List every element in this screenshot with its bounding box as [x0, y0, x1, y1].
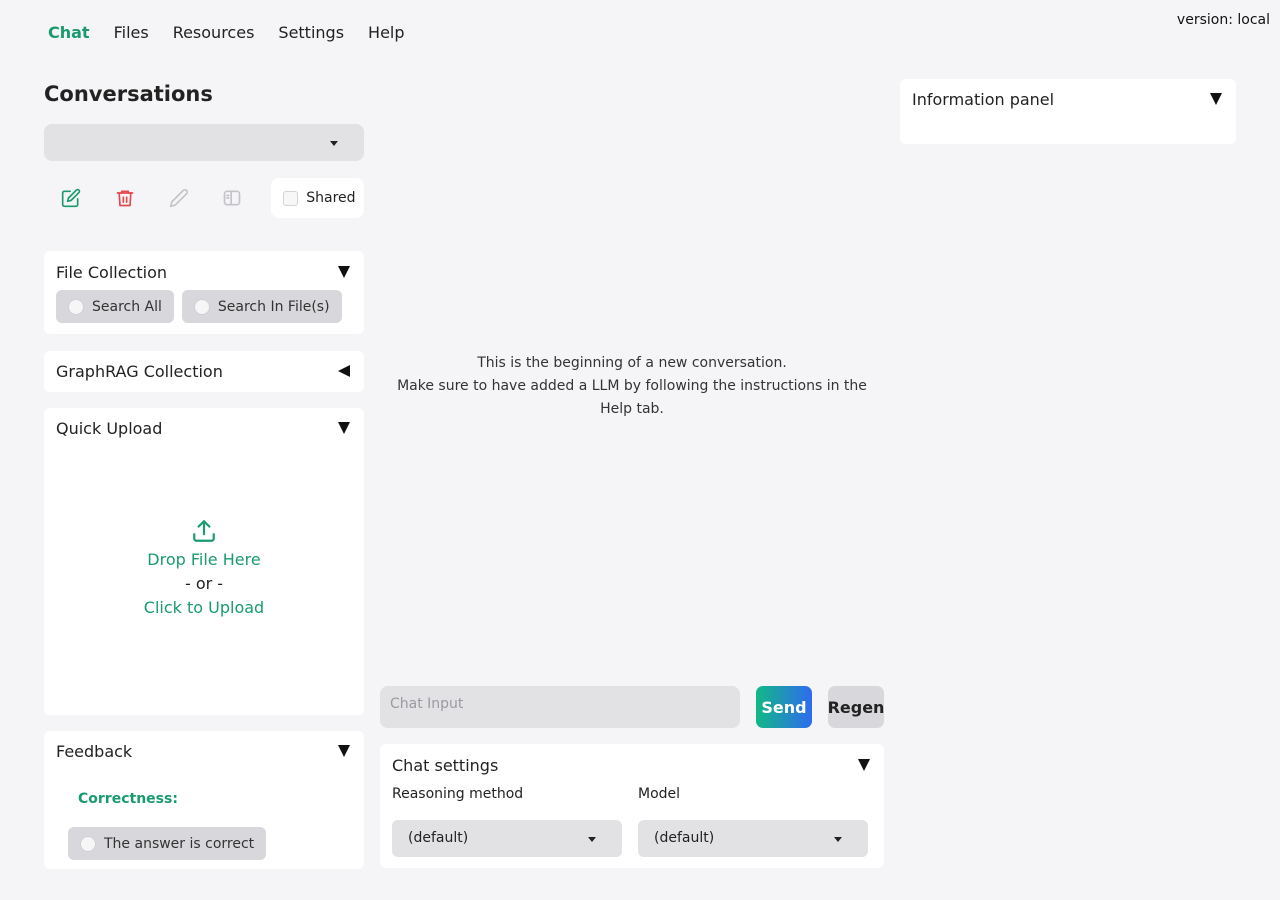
- drop-file-text: Drop File Here: [147, 550, 261, 569]
- quick-upload-header[interactable]: Quick Upload: [44, 408, 364, 448]
- file-collection-header[interactable]: File Collection: [44, 251, 364, 293]
- tab-chat[interactable]: Chat: [36, 22, 102, 44]
- chevron-down-icon: [834, 837, 842, 842]
- reasoning-method-value: (default): [408, 830, 469, 846]
- collapse-triangle-icon: [858, 759, 870, 771]
- click-to-upload-text: Click to Upload: [143, 598, 265, 617]
- tab-files[interactable]: Files: [102, 22, 161, 44]
- tab-settings[interactable]: Settings: [266, 22, 356, 44]
- model-label: Model: [638, 786, 681, 802]
- search-all-option[interactable]: Search All: [56, 290, 174, 323]
- answer-correct-label: The answer is correct: [104, 835, 255, 852]
- shared-checkbox-group[interactable]: Shared: [271, 178, 364, 218]
- reasoning-method-select[interactable]: (default): [392, 820, 622, 857]
- conversations-title: Conversations: [44, 82, 213, 106]
- search-in-files-option[interactable]: Search In File(s): [181, 290, 342, 323]
- chevron-down-icon: [588, 837, 596, 842]
- conversation-toolbar: Shared: [44, 178, 364, 218]
- feedback-header[interactable]: Feedback: [44, 731, 364, 771]
- search-all-label: Search All: [92, 298, 162, 315]
- tab-help[interactable]: Help: [356, 22, 416, 44]
- information-panel-title: Information panel: [912, 89, 1055, 109]
- quick-upload-title: Quick Upload: [56, 418, 163, 438]
- file-collection-options: Search All Search In File(s): [44, 290, 364, 323]
- delete-icon[interactable]: [98, 178, 152, 218]
- toggle-panel-icon[interactable]: [205, 178, 259, 218]
- graphrag-header[interactable]: GraphRAG Collection: [44, 351, 364, 391]
- feedback-form: Correctness: The answer is correct: [56, 771, 352, 860]
- chat-settings-labels: Reasoning method Model: [380, 786, 884, 802]
- regen-button[interactable]: Regen: [828, 686, 884, 728]
- top-nav: Chat Files Resources Settings Help: [36, 22, 417, 44]
- file-collection-title: File Collection: [56, 262, 167, 282]
- radio-icon: [193, 298, 210, 315]
- chevron-down-icon: [330, 141, 338, 146]
- graphrag-panel: GraphRAG Collection: [44, 351, 364, 392]
- chat-settings-selects: (default) (default): [380, 820, 884, 857]
- correctness-label: Correctness:: [78, 791, 178, 807]
- upload-icon: [44, 518, 364, 548]
- model-select[interactable]: (default): [638, 820, 868, 857]
- shared-checkbox[interactable]: [283, 190, 299, 206]
- expand-triangle-icon: [338, 365, 350, 377]
- empty-message-line-2: Make sure to have added a LLM by followi…: [397, 378, 867, 417]
- tab-resources[interactable]: Resources: [161, 22, 267, 44]
- feedback-panel: Feedback Correctness: The answer is corr…: [44, 731, 364, 869]
- collapse-triangle-icon: [338, 266, 350, 278]
- version-label: version: local: [1176, 12, 1270, 28]
- left-sidebar: Conversations Shared File Collection Sea…: [44, 80, 364, 869]
- radio-icon: [68, 298, 84, 315]
- collapse-triangle-icon: [1210, 93, 1222, 105]
- new-conversation-icon[interactable]: [44, 178, 98, 218]
- chat-settings-header[interactable]: Chat settings: [380, 744, 884, 786]
- conversation-dropdown[interactable]: [44, 124, 364, 161]
- or-separator: - or -: [184, 574, 224, 593]
- answer-correct-option[interactable]: The answer is correct: [68, 827, 267, 860]
- feedback-title: Feedback: [56, 741, 133, 761]
- information-panel-header[interactable]: Information panel: [900, 79, 1236, 119]
- chat-settings-title: Chat settings: [392, 755, 499, 775]
- reasoning-method-label: Reasoning method: [392, 786, 524, 802]
- search-in-files-label: Search In File(s): [217, 298, 330, 315]
- graphrag-title: GraphRAG Collection: [56, 361, 223, 381]
- file-drop-zone[interactable]: Drop File Here - or - Click to Upload: [44, 518, 364, 620]
- information-panel: Information panel: [900, 79, 1236, 144]
- shared-label: Shared: [306, 190, 356, 206]
- empty-message-line-1: This is the beginning of a new conversat…: [477, 355, 787, 371]
- model-value: (default): [654, 830, 715, 846]
- chat-settings-panel: Chat settings Reasoning method Model (de…: [380, 744, 884, 868]
- collapse-triangle-icon: [338, 745, 350, 757]
- rename-icon[interactable]: [152, 178, 206, 218]
- quick-upload-panel: Quick Upload Drop File Here - or - Click…: [44, 408, 364, 715]
- send-button[interactable]: Send: [756, 686, 812, 728]
- empty-conversation-message: This is the beginning of a new conversat…: [380, 352, 884, 421]
- chat-input[interactable]: Chat Input: [380, 686, 740, 728]
- radio-icon: [80, 835, 96, 852]
- collapse-triangle-icon: [338, 422, 350, 434]
- file-collection-panel: File Collection Search All Search In Fil…: [44, 251, 364, 334]
